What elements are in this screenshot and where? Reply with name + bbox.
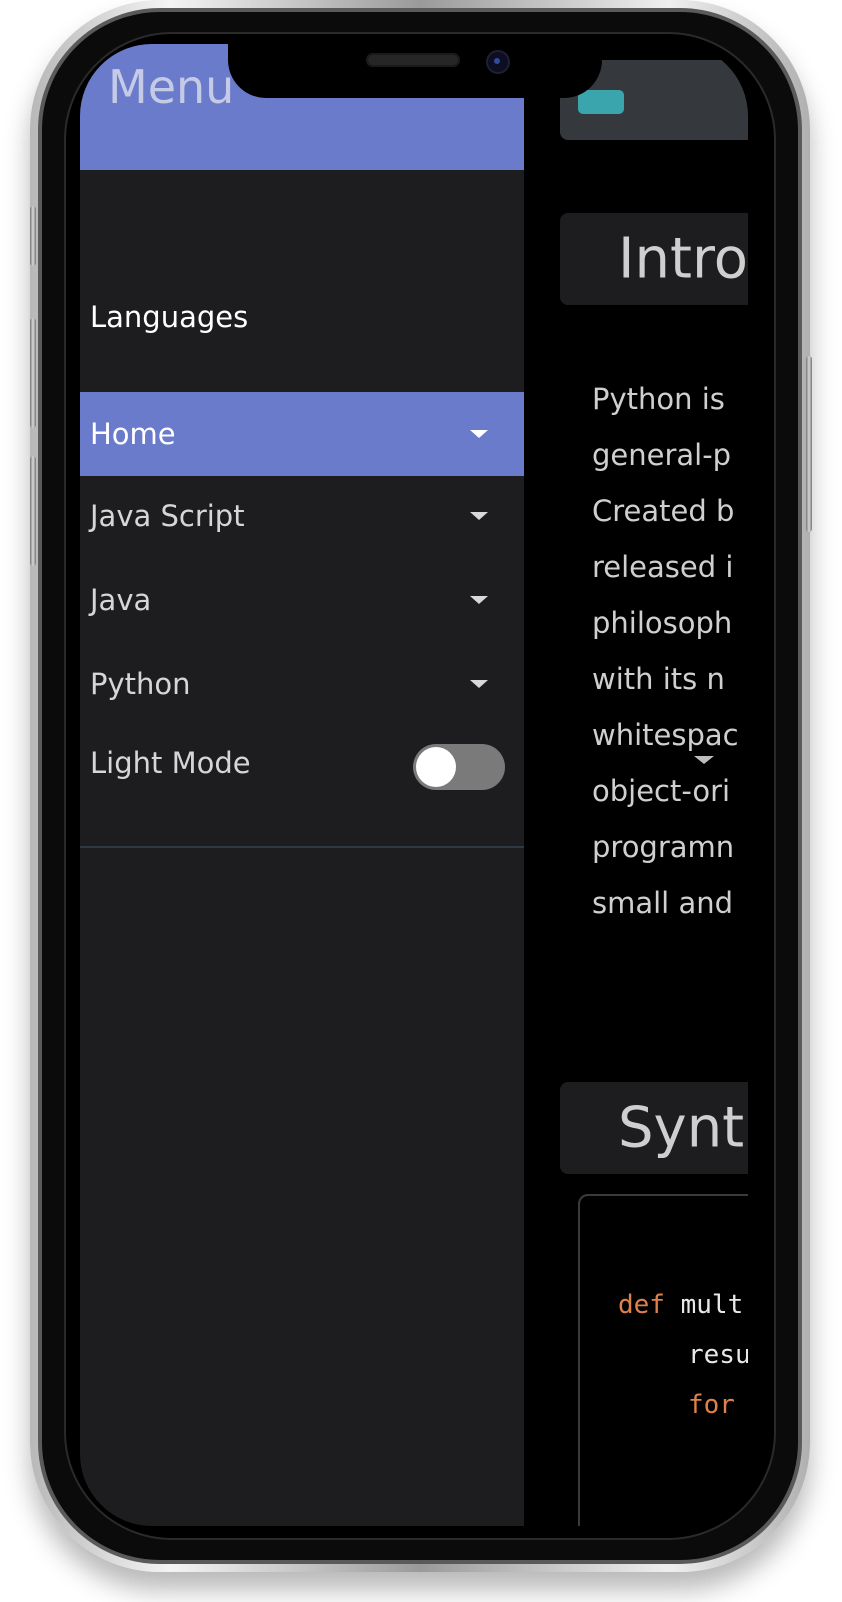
speaker-grille — [366, 53, 460, 67]
chevron-down-icon — [470, 596, 488, 604]
sidebar-item-home[interactable]: Home — [80, 392, 524, 476]
phone-volume-up-button — [30, 318, 36, 428]
intro-line: with its n — [592, 662, 725, 696]
code-text: resu — [688, 1340, 748, 1370]
phone-screen: Intro Python is general-p Created b rele… — [80, 44, 748, 1526]
chevron-down-icon — [470, 512, 488, 520]
sidebar-item-label: Java Script — [90, 499, 245, 533]
intro-line: whitespac — [592, 718, 739, 752]
code-line: def mult — [618, 1290, 743, 1320]
light-mode-toggle[interactable] — [413, 744, 505, 790]
phone-notch — [228, 44, 602, 98]
phone-volume-down-button — [30, 456, 36, 566]
sidebar-item-label: Java — [90, 583, 152, 617]
code-keyword: for — [688, 1390, 735, 1420]
syntax-heading-box: Synt — [560, 1082, 748, 1174]
code-line: for — [688, 1390, 735, 1420]
sidebar-item-java[interactable]: Java — [80, 558, 524, 642]
phone-power-button — [806, 356, 812, 532]
sidebar-item-label: Python — [90, 667, 191, 701]
light-mode-label: Light Mode — [90, 746, 251, 780]
phone-side-button — [30, 206, 36, 266]
intro-line: Python is — [592, 382, 725, 416]
sidebar-item-label: Home — [90, 417, 176, 451]
code-block: def mult resu for — [578, 1194, 748, 1526]
sidebar-section-label: Languages — [90, 300, 249, 334]
intro-heading: Intro — [618, 226, 748, 292]
intro-line: object-ori — [592, 774, 731, 808]
intro-heading-box: Intro — [560, 213, 748, 305]
code-line: resu — [688, 1340, 748, 1370]
front-camera — [486, 50, 510, 74]
menu-toggle-icon[interactable] — [578, 90, 624, 114]
code-keyword: def — [618, 1290, 665, 1320]
sidebar-divider — [80, 846, 524, 848]
sidebar-title: Menu — [108, 60, 235, 114]
intro-line: general-p — [592, 438, 732, 472]
intro-line: programn — [592, 830, 735, 864]
sidebar-item-javascript[interactable]: Java Script — [80, 474, 524, 558]
syntax-heading: Synt — [618, 1095, 745, 1161]
code-text: mult — [664, 1290, 744, 1320]
sidebar: Menu Languages Home Java Script Java Pyt… — [80, 44, 524, 1526]
chevron-down-icon — [694, 756, 714, 764]
toggle-knob — [416, 747, 456, 787]
chevron-down-icon — [470, 680, 488, 688]
intro-line: philosoph — [592, 606, 733, 640]
chevron-down-icon — [470, 430, 488, 438]
sidebar-item-python[interactable]: Python — [80, 642, 524, 726]
intro-line: released i — [592, 550, 734, 584]
intro-line: small and — [592, 886, 734, 920]
intro-line: Created b — [592, 494, 735, 528]
